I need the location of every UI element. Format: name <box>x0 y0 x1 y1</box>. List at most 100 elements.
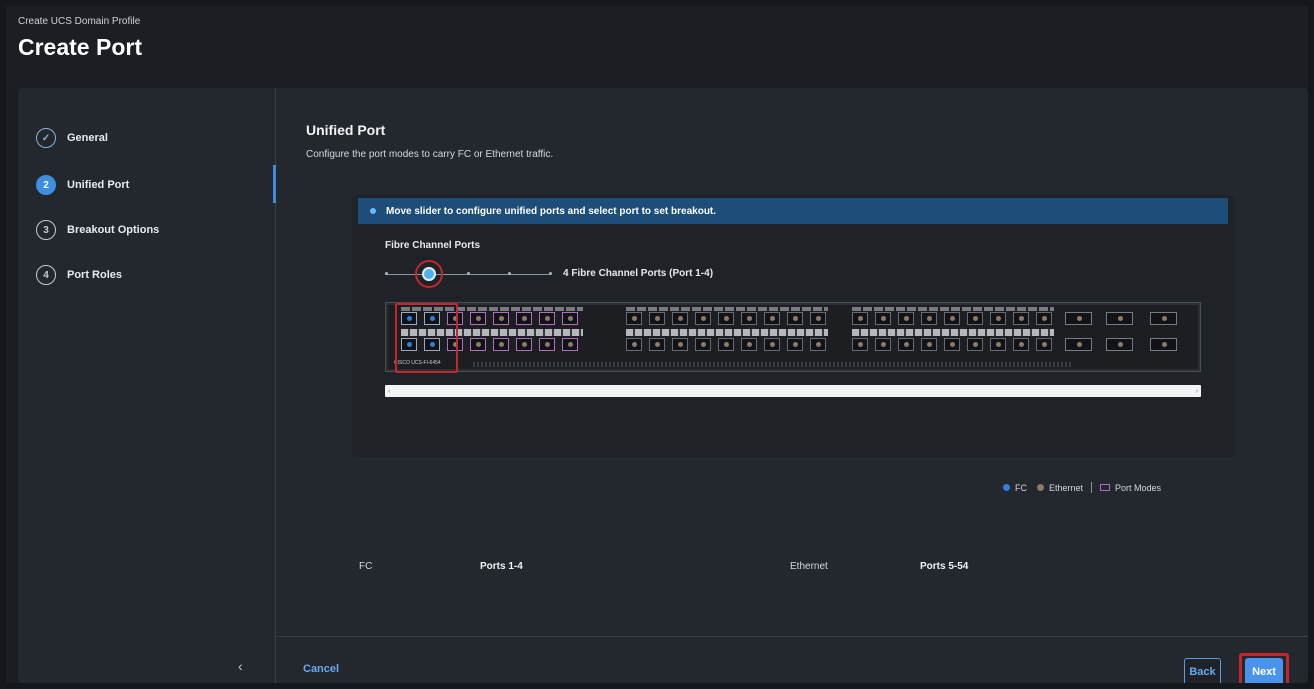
slider-tick <box>467 272 470 275</box>
ethernet-port[interactable] <box>810 312 826 325</box>
summary-fc-value: Ports 1-4 <box>480 561 523 572</box>
ethernet-port[interactable] <box>1036 312 1052 325</box>
ethernet-port[interactable] <box>967 338 983 351</box>
chevron-left-icon[interactable]: ‹ <box>238 658 243 674</box>
fc-port-slider-handle[interactable] <box>415 260 443 288</box>
wizard-steps-sidebar: ✓ General 2 Unified Port 3 Breakout Opti… <box>18 88 276 683</box>
wizard-footer: Cancel Back Next <box>277 636 1308 683</box>
ethernet-port[interactable] <box>718 312 734 325</box>
ethernet-port[interactable] <box>810 338 826 351</box>
ethernet-port[interactable] <box>649 338 665 351</box>
legend-port-modes: Port Modes <box>1115 482 1162 493</box>
ethernet-port[interactable] <box>516 312 532 325</box>
ethernet-port[interactable] <box>921 338 937 351</box>
ethernet-port[interactable] <box>852 338 868 351</box>
ethernet-port[interactable] <box>967 312 983 325</box>
step-general[interactable]: ✓ General <box>36 128 108 148</box>
port-number-labels <box>852 307 1054 311</box>
horizontal-scrollbar[interactable]: ‹ › <box>385 385 1201 397</box>
ethernet-port[interactable] <box>1013 312 1029 325</box>
app-window: Create UCS Domain Profile Create Port ✓ … <box>6 6 1308 683</box>
summary-ethernet-label: Ethernet <box>790 561 828 572</box>
ethernet-port[interactable] <box>649 312 665 325</box>
ethernet-port[interactable] <box>990 312 1006 325</box>
ethernet-port[interactable] <box>626 338 642 351</box>
step-label: General <box>67 132 108 144</box>
ethernet-port[interactable] <box>516 338 532 351</box>
ethernet-port[interactable] <box>695 338 711 351</box>
step-port-roles[interactable]: 4 Port Roles <box>36 265 122 285</box>
slider-label: Fibre Channel Ports <box>385 240 481 251</box>
ethernet-legend-icon <box>1037 484 1044 491</box>
ethernet-port[interactable] <box>741 338 757 351</box>
fc-legend-icon <box>1003 484 1010 491</box>
ethernet-port[interactable] <box>787 312 803 325</box>
ethernet-port[interactable] <box>626 312 642 325</box>
ethernet-port[interactable] <box>562 312 578 325</box>
step-label: Breakout Options <box>67 224 160 236</box>
uplink-port[interactable] <box>1106 312 1133 325</box>
ethernet-port[interactable] <box>493 312 509 325</box>
ethernet-port[interactable] <box>493 338 509 351</box>
step-label: Port Roles <box>67 269 123 281</box>
summary-ethernet-value: Ports 5-54 <box>920 561 969 572</box>
ethernet-port[interactable] <box>470 338 486 351</box>
ethernet-port[interactable] <box>898 338 914 351</box>
step-unified-port[interactable]: 2 Unified Port <box>36 175 129 195</box>
summary-fc-label: FC <box>359 561 373 572</box>
ethernet-port[interactable] <box>898 312 914 325</box>
back-button[interactable]: Back <box>1184 658 1221 683</box>
legend-ethernet: Ethernet <box>1049 482 1084 493</box>
ethernet-port[interactable] <box>562 338 578 351</box>
ethernet-port[interactable] <box>672 312 688 325</box>
page-title: Create Port <box>18 34 142 60</box>
uplink-port[interactable] <box>1150 338 1177 351</box>
ethernet-port[interactable] <box>718 338 734 351</box>
uplink-port[interactable] <box>1065 338 1092 351</box>
ethernet-port[interactable] <box>990 338 1006 351</box>
slider-tick <box>508 272 511 275</box>
uplink-port[interactable] <box>1065 312 1092 325</box>
active-step-indicator <box>273 165 276 203</box>
section-subtitle: Configure the port modes to carry FC or … <box>306 149 554 160</box>
uplink-port[interactable] <box>1106 338 1133 351</box>
main-content: Unified Port Configure the port modes to… <box>277 88 1308 636</box>
step-number: 3 <box>36 220 56 240</box>
step-label: Unified Port <box>67 179 130 191</box>
ethernet-port[interactable] <box>539 312 555 325</box>
ethernet-port[interactable] <box>1036 338 1052 351</box>
ethernet-port[interactable] <box>944 338 960 351</box>
next-button[interactable]: Next <box>1245 658 1283 683</box>
cancel-button[interactable]: Cancel <box>303 663 339 675</box>
ethernet-port[interactable] <box>672 338 688 351</box>
ethernet-port[interactable] <box>695 312 711 325</box>
ethernet-port[interactable] <box>764 312 780 325</box>
ethernet-port[interactable] <box>741 312 757 325</box>
switch-chassis-graphic: CISCO UCS-FI-6454 <box>385 302 1201 373</box>
step-number: 2 <box>36 175 56 195</box>
slider-thumb[interactable] <box>422 267 436 281</box>
uplink-port[interactable] <box>1150 312 1177 325</box>
ethernet-port[interactable] <box>921 312 937 325</box>
page-header: Create UCS Domain Profile Create Port <box>6 6 1308 86</box>
ethernet-port[interactable] <box>875 338 891 351</box>
scroll-right-icon[interactable]: › <box>1196 388 1198 395</box>
ethernet-port[interactable] <box>787 338 803 351</box>
ethernet-port[interactable] <box>852 312 868 325</box>
ethernet-port[interactable] <box>764 338 780 351</box>
unified-port-panel: Move slider to configure unified ports a… <box>352 195 1234 493</box>
ethernet-port[interactable] <box>875 312 891 325</box>
wizard-card: ✓ General 2 Unified Port 3 Breakout Opti… <box>18 88 1308 683</box>
switch-faceplate: CISCO UCS-FI-6454 <box>388 305 1198 369</box>
ethernet-port[interactable] <box>470 312 486 325</box>
port-number-labels <box>626 307 828 311</box>
step-breakout-options[interactable]: 3 Breakout Options <box>36 220 159 240</box>
ethernet-port[interactable] <box>944 312 960 325</box>
ethernet-port[interactable] <box>1013 338 1029 351</box>
breadcrumb[interactable]: Create UCS Domain Profile <box>18 16 140 27</box>
legend-divider <box>1091 482 1093 493</box>
ethernet-port[interactable] <box>539 338 555 351</box>
scroll-left-icon[interactable]: ‹ <box>388 388 390 395</box>
banner-text: Move slider to configure unified ports a… <box>386 205 717 217</box>
section-title: Unified Port <box>306 122 386 138</box>
